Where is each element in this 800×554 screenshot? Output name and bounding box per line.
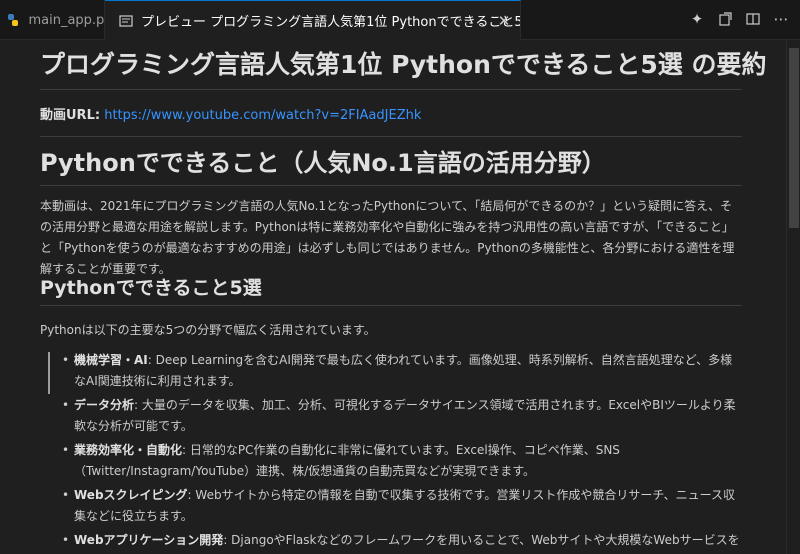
python-file-icon xyxy=(6,12,20,28)
list-item-term: 機械学習・AI xyxy=(74,353,148,367)
url-label: 動画URL: xyxy=(40,108,101,123)
list-item: Webスクレイピング: Webサイトから特定の情報を自動で収集する技術です。営業… xyxy=(40,485,742,527)
list-item-term: 業務効率化・自動化 xyxy=(74,443,183,457)
vertical-scrollbar[interactable] xyxy=(786,40,800,554)
list-intro: Pythonは以下の主要な5つの分野で幅広く活用されています。 xyxy=(40,323,376,337)
subsection-heading: Pythonでできること5選 xyxy=(40,274,742,306)
markdown-preview: プログラミング言語人気第1位 Pythonでできること5選 の要約 動画URL:… xyxy=(0,40,785,554)
tab-main-app-py[interactable]: main_app.py xyxy=(0,0,105,40)
video-url-line: 動画URL: https://www.youtube.com/watch?v=2… xyxy=(40,104,421,123)
video-url-link[interactable]: https://www.youtube.com/watch?v=2FIAadJE… xyxy=(104,108,421,123)
scrollbar-thumb[interactable] xyxy=(789,48,799,228)
list-item: 機械学習・AI: Deep Learningを含むAI開発で最も広く使われていま… xyxy=(40,350,742,392)
list-item: 業務効率化・自動化: 日常的なPC作業の自動化に非常に優れています。Excel操… xyxy=(40,440,742,482)
editor-actions: ✦ ⋯ xyxy=(688,10,790,28)
open-source-icon[interactable] xyxy=(716,10,734,28)
list-item-term: Webアプリケーション開発 xyxy=(74,533,224,547)
intro-paragraph: 本動画は、2021年にプログラミング言語の人気No.1となったPythonについ… xyxy=(40,199,735,276)
list-item: データ分析: 大量のデータを収集、加工、分析、可視化するデータサイエンス領域で活… xyxy=(40,395,742,437)
close-icon[interactable]: ✕ xyxy=(496,13,512,29)
tab-label: main_app.py xyxy=(28,12,104,28)
list-item: Webアプリケーション開発: DjangoやFlaskなどのフレームワークを用い… xyxy=(40,530,742,554)
selection-bar xyxy=(48,352,50,394)
more-icon[interactable]: ⋯ xyxy=(772,10,790,28)
editor-tab-bar: main_app.py プレビュー プログラミング言語人気第1位 Pythonで… xyxy=(0,0,800,40)
sparkle-icon[interactable]: ✦ xyxy=(688,10,706,28)
page-title: プログラミング言語人気第1位 Pythonでできること5選 の要約 xyxy=(40,48,767,90)
list-item-term: Webスクレイピング xyxy=(74,488,188,502)
preview-icon xyxy=(119,13,133,29)
list-item-term: データ分析 xyxy=(74,398,135,412)
split-editor-icon[interactable] xyxy=(744,10,762,28)
use-case-list: 機械学習・AI: Deep Learningを含むAI開発で最も広く使われていま… xyxy=(40,350,742,554)
section-heading: Pythonでできること（人気No.1言語の活用分野） xyxy=(40,144,742,186)
tab-markdown-preview[interactable]: プレビュー プログラミング言語人気第1位 Pythonでできること5選_summ… xyxy=(105,0,521,40)
list-item-text: : Deep Learningを含むAI開発で最も広く使われています。画像処理、… xyxy=(74,353,733,388)
list-item-text: : 大量のデータを収集、加工、分析、可視化するデータサイエンス領域で活用されます… xyxy=(74,398,736,433)
divider xyxy=(40,136,742,137)
tab-label: プレビュー プログラミング言語人気第1位 Pythonでできること5選_summ… xyxy=(141,15,520,30)
